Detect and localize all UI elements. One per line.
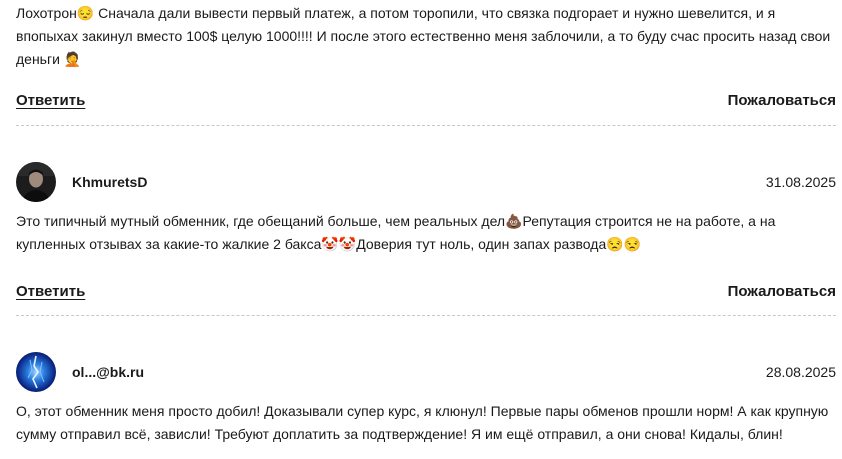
facepalm-emoji: 🤦 xyxy=(63,51,82,67)
comment-date: 28.08.2025 xyxy=(765,364,836,380)
comment-actions: Ответить Пожаловаться xyxy=(16,89,836,111)
comment-date: 31.08.2025 xyxy=(765,174,836,190)
clown-face-emoji: 🤡🤡 xyxy=(321,236,357,252)
comment-text: Лохотрон😔 Сначала дали вывести первый пл… xyxy=(16,5,831,67)
pile-of-poo-emoji: 💩 xyxy=(505,213,523,229)
unamused-face-emoji: 😒😒 xyxy=(606,236,642,252)
avatar[interactable] xyxy=(16,352,56,392)
comment-header: ol...@bk.ru 28.08.2025 xyxy=(16,352,836,392)
reply-link[interactable]: Ответить xyxy=(16,92,85,109)
divider xyxy=(16,125,836,126)
reviews-feed: Лохотрон😔 Сначала дали вывести первый пл… xyxy=(0,0,842,459)
user-photo-icon xyxy=(16,162,56,202)
user-photo-icon xyxy=(16,352,56,392)
comment-header: KhmuretsD 31.08.2025 xyxy=(16,162,836,202)
report-button[interactable]: Пожаловаться xyxy=(728,92,836,109)
reply-link[interactable]: Ответить xyxy=(16,283,85,300)
avatar[interactable] xyxy=(16,162,56,202)
comment-text: Это типичный мутный обменник, где обещан… xyxy=(16,213,776,252)
report-button[interactable]: Пожаловаться xyxy=(728,283,836,300)
comment-text: О, этот обменник меня просто добил! Дока… xyxy=(16,403,829,442)
divider xyxy=(16,315,836,316)
username[interactable]: ol...@bk.ru xyxy=(72,364,144,380)
pensive-face-emoji: 😔 xyxy=(76,5,95,21)
username[interactable]: KhmuretsD xyxy=(72,174,147,190)
comment-actions: Ответить Пожаловаться xyxy=(16,280,836,302)
